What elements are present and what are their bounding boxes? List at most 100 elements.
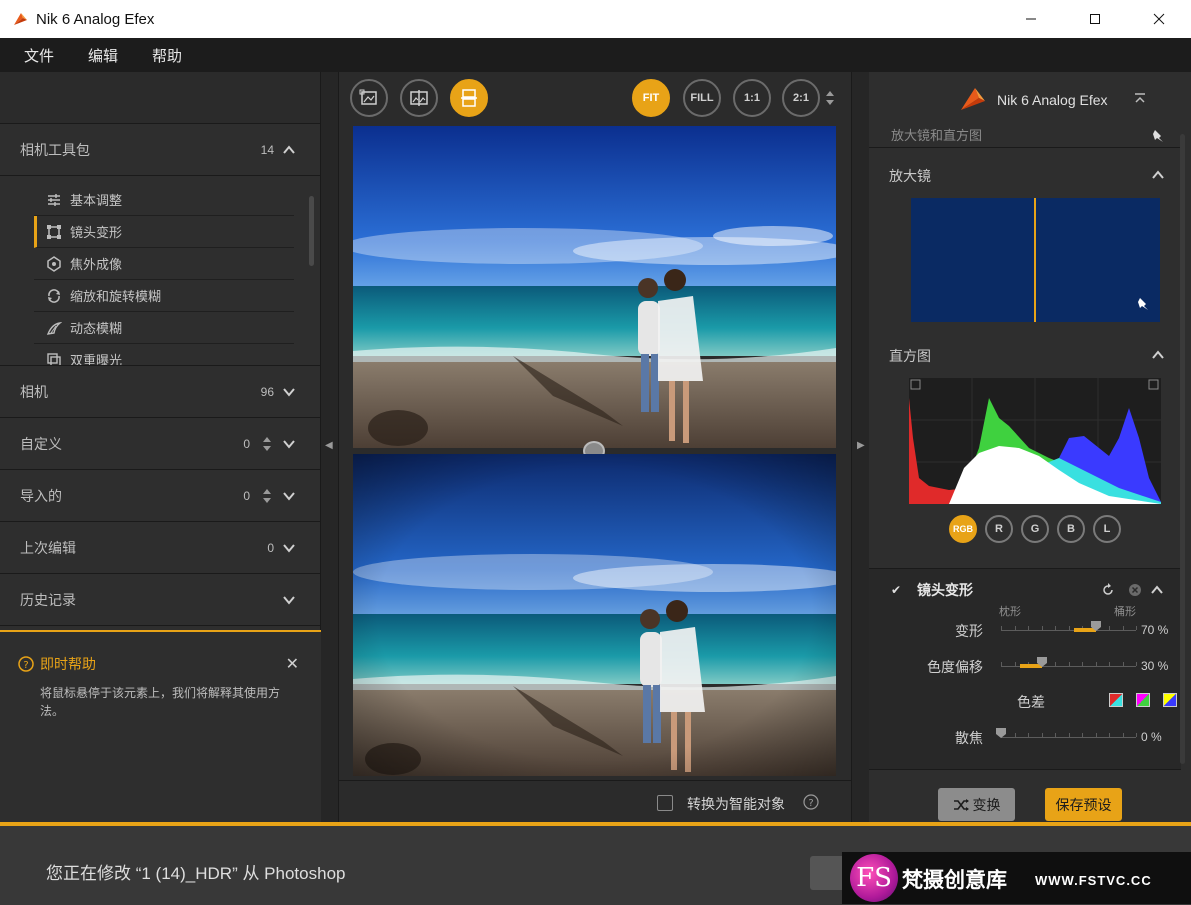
split-view-button[interactable]	[450, 79, 488, 117]
left-panel: 相机工具包 14 基本调整 镜头变形 焦外成像 缩放和旋转模糊 动态模糊 双重曝…	[0, 72, 321, 822]
preview-image-before[interactable]	[353, 126, 836, 448]
help-title: ? 即时帮助	[18, 654, 303, 674]
channel-g-button[interactable]: G	[1021, 515, 1049, 543]
zoom-stepper-icon[interactable]	[825, 90, 835, 106]
distortion-slider[interactable]	[1001, 621, 1137, 633]
slider-tick	[1042, 626, 1043, 630]
preview-area: ◀ FIT FILL 1:1 2:1 转换为智能对象 ?	[321, 72, 851, 822]
swap-label: 变换	[972, 796, 1001, 813]
app-window: Nik 6 Analog Efex 文件 编辑 帮助 相机工具包 14 基本调整…	[0, 0, 1191, 905]
tool-zoom-rotate-blur[interactable]: 缩放和旋转模糊	[34, 280, 294, 312]
double-exposure-icon	[47, 352, 61, 365]
tool-list: 基本调整 镜头变形 焦外成像 缩放和旋转模糊 动态模糊 双重曝光	[0, 176, 320, 366]
pincushion-label: 枕形	[999, 606, 1021, 618]
view-toolbar: FIT FILL 1:1 2:1	[339, 72, 851, 124]
section-label: 历史记录	[20, 591, 76, 608]
collapse-panel-icon[interactable]	[1133, 92, 1147, 106]
chromatic-yellow-blue-swatch[interactable]	[1163, 693, 1177, 707]
slider-tick	[1001, 662, 1002, 666]
menu-edit[interactable]: 编辑	[88, 45, 118, 66]
barrel-label: 桶形	[1114, 606, 1136, 618]
right-panel-toggle[interactable]: ▶	[851, 72, 869, 822]
section-camera[interactable]: 相机 96	[0, 366, 320, 418]
slider-tick	[1069, 626, 1070, 630]
side-by-side-button[interactable]	[400, 79, 438, 117]
chevron-up-icon[interactable]	[1150, 583, 1164, 597]
sort-updown-icon[interactable]	[262, 436, 272, 452]
loupe-histogram-header: 放大镜和直方图	[869, 124, 1181, 148]
section-last-edit[interactable]: 上次编辑 0	[0, 522, 320, 574]
beach-photo-after	[353, 454, 836, 776]
zoom-2-1-button[interactable]: 2:1	[782, 79, 820, 117]
maximize-icon	[1090, 14, 1100, 24]
svg-text:?: ?	[23, 660, 28, 671]
chevron-down-icon	[283, 387, 295, 397]
zoom-1-1-button[interactable]: 1:1	[733, 79, 771, 117]
channel-r-button[interactable]: R	[985, 515, 1013, 543]
chromatic-red-cyan-swatch[interactable]	[1109, 693, 1123, 707]
help-close-icon[interactable]: ✕	[286, 654, 299, 674]
chevron-down-icon	[283, 595, 295, 605]
tool-double-exposure[interactable]: 双重曝光	[34, 344, 294, 365]
zoom-fit-button[interactable]: FIT	[632, 79, 670, 117]
menu-file[interactable]: 文件	[24, 45, 54, 66]
tool-list-scrollbar[interactable]	[309, 196, 314, 266]
slider-value: 30 %	[1141, 659, 1169, 673]
right-panel-scrollbar[interactable]	[1180, 134, 1185, 764]
section-count: 0	[243, 488, 250, 503]
zoom-fill-button[interactable]: FILL	[683, 79, 721, 117]
slider-tick	[1028, 733, 1029, 737]
chevron-up-icon[interactable]	[1151, 168, 1165, 182]
watermark-text: 梵摄创意库	[902, 869, 1007, 892]
defocus-slider[interactable]	[996, 728, 1137, 740]
slider-tick	[1055, 733, 1056, 737]
smart-object-checkbox[interactable]	[657, 795, 673, 811]
section-history[interactable]: 历史记录	[0, 574, 320, 626]
histogram-title: 直方图	[889, 348, 931, 364]
channel-b-button[interactable]: B	[1057, 515, 1085, 543]
svg-text:?: ?	[808, 798, 813, 809]
section-imported[interactable]: 导入的 0	[0, 470, 320, 522]
tool-bokeh[interactable]: 焦外成像	[34, 248, 294, 280]
sort-updown-icon[interactable]	[262, 488, 272, 504]
tool-label: 动态模糊	[70, 321, 123, 336]
preview-image-after[interactable]	[353, 454, 836, 776]
close-button[interactable]	[1127, 0, 1191, 38]
motion-icon	[46, 321, 62, 335]
section-custom[interactable]: 自定义 0	[0, 418, 320, 470]
pin-icon[interactable]	[1149, 128, 1165, 144]
pin-icon[interactable]	[1134, 296, 1150, 312]
question-icon[interactable]: ?	[803, 794, 819, 810]
slider-tick	[1109, 733, 1110, 737]
menu-help[interactable]: 帮助	[152, 45, 182, 66]
chroma-shift-slider[interactable]	[1001, 657, 1137, 669]
slider-tick	[1123, 662, 1124, 666]
loupe-title: 放大镜	[889, 168, 931, 184]
chromatic-magenta-green-swatch[interactable]	[1136, 693, 1150, 707]
tool-lens-distortion[interactable]: 镜头变形	[34, 216, 294, 248]
maximize-button[interactable]	[1063, 0, 1127, 38]
section-camera-toolkit[interactable]: 相机工具包 14	[0, 124, 320, 176]
slider-track	[1001, 630, 1136, 631]
slider-fill	[1074, 628, 1096, 632]
filter-enable-checkbox[interactable]: ✔	[891, 583, 905, 597]
minimize-button[interactable]	[999, 0, 1063, 38]
loupe-view[interactable]	[911, 198, 1160, 322]
left-panel-toggle[interactable]: ◀	[321, 72, 339, 822]
save-preset-button[interactable]: 保存预设	[1045, 788, 1122, 821]
single-view-button[interactable]	[350, 79, 388, 117]
slider-tick	[1136, 626, 1137, 630]
reset-icon[interactable]	[1101, 583, 1115, 597]
tool-basic-adjust[interactable]: 基本调整	[34, 184, 294, 216]
tool-motion-blur[interactable]: 动态模糊	[34, 312, 294, 344]
section-count: 14	[260, 142, 274, 157]
remove-filter-icon[interactable]	[1128, 583, 1142, 597]
section-count: 0	[267, 540, 274, 555]
swap-button[interactable]: 变换	[938, 788, 1015, 821]
histogram	[909, 378, 1161, 504]
channel-rgb-button[interactable]: RGB	[949, 515, 977, 543]
chevron-up-icon[interactable]	[1151, 348, 1165, 362]
channel-l-button[interactable]: L	[1093, 515, 1121, 543]
title-bar: Nik 6 Analog Efex	[0, 0, 1191, 38]
window-title: Nik 6 Analog Efex	[36, 10, 155, 28]
